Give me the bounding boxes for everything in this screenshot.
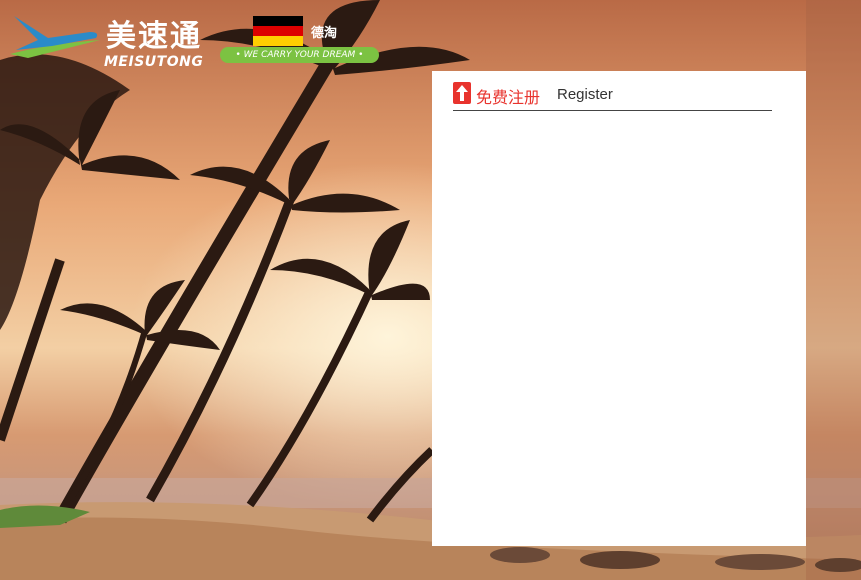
- airplane-logo-icon: [10, 16, 100, 58]
- brand-tagline: • WE CARRY YOUR DREAM •: [220, 47, 379, 63]
- register-panel: 免费注册 Register: [432, 71, 806, 546]
- register-title-cn: 免费注册: [476, 88, 541, 107]
- region-label: 德淘: [311, 26, 338, 41]
- germany-flag-icon: [253, 16, 303, 46]
- register-arrow-icon: [453, 82, 471, 104]
- register-header: 免费注册 Register: [453, 81, 772, 111]
- brand-name-cn: 美速通: [106, 19, 202, 54]
- brand-name-en: MEISUTONG: [104, 54, 204, 70]
- register-title-en: Register: [557, 86, 613, 103]
